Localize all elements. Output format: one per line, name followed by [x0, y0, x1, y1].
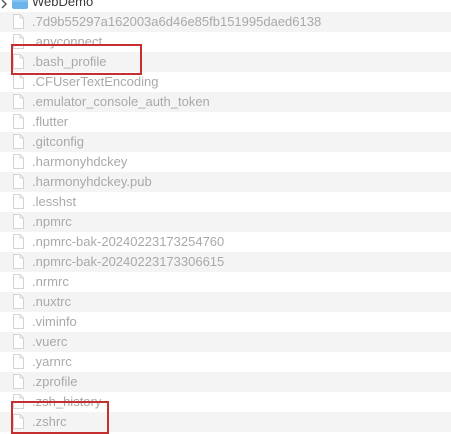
file-row[interactable]: .zsh_history [0, 392, 451, 412]
file-row[interactable]: .bash_profile [0, 52, 451, 72]
document-icon [13, 34, 24, 49]
file-row[interactable]: .emulator_console_auth_token [0, 92, 451, 112]
document-icon [13, 354, 24, 369]
file-row[interactable]: .7d9b55297a162003a6d46e85fb151995daed613… [0, 12, 451, 32]
file-name: .npmrc-bak-20240223173306615 [32, 254, 225, 269]
document-icon [13, 194, 24, 209]
document-icon [13, 54, 24, 69]
file-name: .harmonyhdckey [32, 154, 128, 169]
document-icon [13, 394, 24, 409]
file-row[interactable]: .vuerc [0, 332, 451, 352]
file-name: .nuxtrc [32, 294, 72, 309]
file-name: .harmonyhdckey.pub [32, 174, 152, 189]
chevron-right-icon[interactable] [1, 0, 7, 9]
file-row[interactable]: .zshrc [0, 412, 451, 432]
folder-name: WebDemo [32, 0, 94, 9]
file-row[interactable]: .npmrc-bak-20240223173254760 [0, 232, 451, 252]
file-row[interactable]: .harmonyhdckey.pub [0, 172, 451, 192]
document-icon [13, 154, 24, 169]
file-row[interactable]: .npmrc-bak-20240223173306615 [0, 252, 451, 272]
file-name: .7d9b55297a162003a6d46e85fb151995daed613… [32, 14, 322, 29]
file-name: .zprofile [32, 374, 78, 389]
document-icon [13, 234, 24, 249]
file-name: .vuerc [32, 334, 68, 349]
document-icon [13, 274, 24, 289]
file-row[interactable]: .npmrc [0, 212, 451, 232]
file-name: .flutter [32, 114, 69, 129]
file-name: .nrmrc [32, 274, 69, 289]
folder-icon [12, 0, 28, 9]
document-icon [13, 174, 24, 189]
file-name: .viminfo [32, 314, 77, 329]
file-row[interactable]: .flutter [0, 112, 451, 132]
file-name: .npmrc-bak-20240223173254760 [32, 234, 225, 249]
document-icon [13, 214, 24, 229]
file-row[interactable]: .viminfo [0, 312, 451, 332]
file-name: .bash_profile [32, 54, 107, 69]
file-row[interactable]: .yarnrc [0, 352, 451, 372]
file-name: .zsh_history [32, 394, 102, 409]
file-row[interactable]: .nuxtrc [0, 292, 451, 312]
folder-row-webdemo[interactable]: WebDemo [0, 0, 451, 12]
file-name: .zshrc [32, 414, 67, 429]
file-row[interactable]: .lesshst [0, 192, 451, 212]
file-name: .CFUserTextEncoding [32, 74, 159, 89]
document-icon [13, 334, 24, 349]
file-row[interactable]: .harmonyhdckey [0, 152, 451, 172]
file-row[interactable]: .gitconfig [0, 132, 451, 152]
file-row[interactable]: .anyconnect [0, 32, 451, 52]
document-icon [13, 294, 24, 309]
document-icon [13, 134, 24, 149]
document-icon [13, 254, 24, 269]
file-list: WebDemo .7d9b55297a162003a6d46e85fb15199… [0, 0, 451, 432]
document-icon [13, 414, 24, 429]
document-icon [13, 374, 24, 389]
file-name: .lesshst [32, 194, 77, 209]
file-name: .yarnrc [32, 354, 72, 369]
file-name: .anyconnect [32, 34, 103, 49]
file-row[interactable]: .nrmrc [0, 272, 451, 292]
file-row[interactable]: .zprofile [0, 372, 451, 392]
file-name: .npmrc [32, 214, 72, 229]
document-icon [13, 314, 24, 329]
document-icon [13, 114, 24, 129]
file-name: .gitconfig [32, 134, 85, 149]
document-icon [13, 74, 24, 89]
document-icon [13, 94, 24, 109]
file-row[interactable]: .CFUserTextEncoding [0, 72, 451, 92]
file-name: .emulator_console_auth_token [32, 94, 210, 109]
document-icon [13, 14, 24, 29]
